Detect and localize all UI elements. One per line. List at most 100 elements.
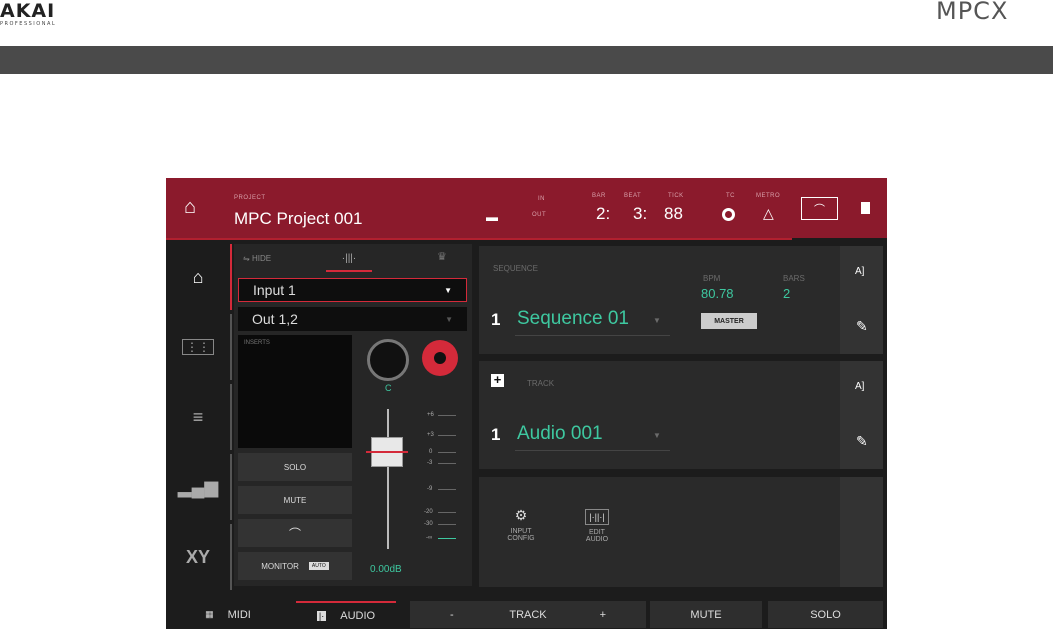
fader-tick: -3 [427, 460, 433, 466]
track-number: 1 [491, 425, 501, 444]
sidebar-home[interactable]: ⌂ [166, 244, 232, 310]
akai-logo: AKAI [0, 0, 56, 22]
fader-track [387, 409, 389, 549]
tab-audio-label: AUDIO [340, 609, 376, 622]
inserts-panel[interactable]: INSERTS [238, 335, 352, 448]
fader-tick: -9 [427, 486, 433, 492]
track-name[interactable]: Audio 001 [517, 423, 603, 445]
chevron-down-icon: ▼ [444, 285, 452, 295]
solo-button[interactable]: SOLO [238, 453, 352, 481]
home-icon: ⌂ [192, 266, 204, 287]
meter-line [438, 489, 456, 490]
fader-tick: -20 [424, 509, 433, 515]
monitor-button[interactable]: MONITOR AUTO [238, 552, 352, 580]
inserts-label: INSERTS [244, 340, 270, 346]
track-nav-label: TRACK [509, 608, 547, 621]
add-track-icon[interactable]: + [491, 373, 504, 387]
project-name[interactable]: MPC Project 001 [234, 209, 363, 229]
chevron-down-icon: ▼ [653, 316, 661, 325]
output-value: Out 1,2 [252, 311, 298, 327]
automation-button[interactable]: ⌒ [238, 519, 352, 547]
sequence-name[interactable]: Sequence 01 [517, 308, 629, 330]
volume-fader[interactable] [366, 437, 408, 467]
mpcx-logo: MPCX [936, 0, 1009, 25]
rename-icon[interactable]: A] [855, 381, 864, 392]
tab-audio[interactable]: |· AUDIO [296, 601, 396, 628]
automation-icon[interactable]: ⌒ [801, 197, 838, 220]
xy-icon: XY [185, 546, 210, 567]
sidebar-browser[interactable]: ≡ [166, 384, 232, 450]
pan-knob[interactable] [367, 339, 409, 381]
bpm-label: BPM [703, 274, 721, 283]
mute-track-button[interactable]: MUTE [650, 601, 762, 628]
tools-side [840, 477, 883, 587]
fader-tick: -30 [424, 521, 433, 527]
akai-logo-sub: PROFESSIONAL [0, 21, 57, 27]
bar-value[interactable]: 2: [596, 204, 610, 224]
fader-tick: 0 [429, 449, 433, 455]
tc-icon[interactable] [722, 208, 735, 221]
edit-audio-icon: |·||·| [585, 509, 609, 525]
track-label: TRACK [527, 379, 555, 388]
monitor-auto-badge: AUTO [308, 562, 329, 570]
edit-pencil-icon[interactable]: ✎ [856, 433, 868, 450]
sequence-number: 1 [491, 310, 501, 329]
waveform-tab[interactable]: ·|||· [326, 250, 372, 272]
folder-icon[interactable]: ▬ [486, 210, 498, 224]
sidebar-audio-edit[interactable]: ⋮⋮ [166, 314, 232, 380]
metro-label: METRO [756, 193, 781, 199]
next-track-button[interactable]: + [600, 609, 606, 621]
bar-label: BAR [592, 193, 606, 199]
input-config-line1: INPUT [510, 528, 532, 535]
meter-line [438, 435, 456, 436]
track-side: A] ✎ [840, 361, 883, 469]
level-readout: 0.00dB [370, 564, 402, 575]
output-select[interactable]: Out 1,2 ▼ [238, 307, 467, 331]
bars-value[interactable]: 2 [783, 286, 790, 301]
bars-label: BARS [783, 274, 805, 283]
sequence-side: A] ✎ [840, 246, 883, 354]
track-nav[interactable]: - TRACK + [410, 601, 646, 628]
footer-bar: ▦ MIDI |· AUDIO - TRACK + MUTE SOLO [166, 600, 887, 629]
record-arm-button[interactable] [422, 340, 458, 376]
edit-audio-button[interactable]: |·||·| EDIT AUDIO [575, 507, 619, 559]
top-bar [0, 46, 1053, 74]
edit-pencil-icon[interactable]: ✎ [856, 318, 868, 335]
channel-strip: ⇋ HIDE ·|||· ♛ Input 1 ▼ Out 1,2 ▼ INSERTS… [234, 244, 472, 586]
prev-track-button[interactable]: - [450, 609, 454, 621]
meter-line [438, 452, 456, 453]
master-tempo-button[interactable]: MASTER [701, 313, 757, 329]
hide-icon: ⇋ [243, 254, 250, 263]
solo-track-button[interactable]: SOLO [768, 601, 883, 628]
tab-midi-label: MIDI [227, 608, 251, 621]
crown-icon[interactable]: ♛ [437, 250, 447, 263]
meter-line [438, 512, 456, 513]
chevron-down-icon: ▼ [445, 314, 453, 324]
project-label: PROJECT [234, 195, 266, 201]
out-label: OUT [532, 212, 547, 218]
bpm-value[interactable]: 80.78 [701, 286, 734, 301]
home-icon[interactable]: ⌂ [184, 196, 196, 219]
fader-tick: -∞ [426, 535, 433, 541]
sidebar-mixer[interactable]: ▂▄▆ [166, 454, 232, 520]
menu-icon[interactable] [861, 202, 870, 214]
hide-tab[interactable]: ⇋ HIDE [243, 254, 271, 263]
edit-audio-line1: EDIT [589, 529, 605, 536]
tc-label: TC [726, 193, 735, 199]
tick-label: TICK [668, 193, 684, 199]
sequence-label: SEQUENCE [493, 264, 538, 273]
metronome-icon[interactable]: △ [763, 205, 774, 222]
rename-icon[interactable]: A] [855, 266, 864, 277]
tick-value[interactable]: 88 [664, 204, 683, 224]
mixer-icon: ▂▄▆ [177, 476, 219, 497]
tab-midi[interactable]: ▦ MIDI [166, 601, 290, 628]
sequence-underline [515, 335, 670, 336]
input-config-button[interactable]: ⚙ INPUT CONFIG [499, 507, 543, 559]
sidebar-xyfx[interactable]: XY [166, 524, 232, 590]
mute-button[interactable]: MUTE [238, 486, 352, 514]
input-select[interactable]: Input 1 ▼ [238, 278, 467, 302]
header-bar: ⌂ PROJECT MPC Project 001 ▬ IN OUT BAR B… [166, 178, 887, 238]
track-underline [515, 450, 670, 451]
beat-value[interactable]: 3: [633, 204, 647, 224]
grid-icon: ▦ [205, 609, 214, 619]
